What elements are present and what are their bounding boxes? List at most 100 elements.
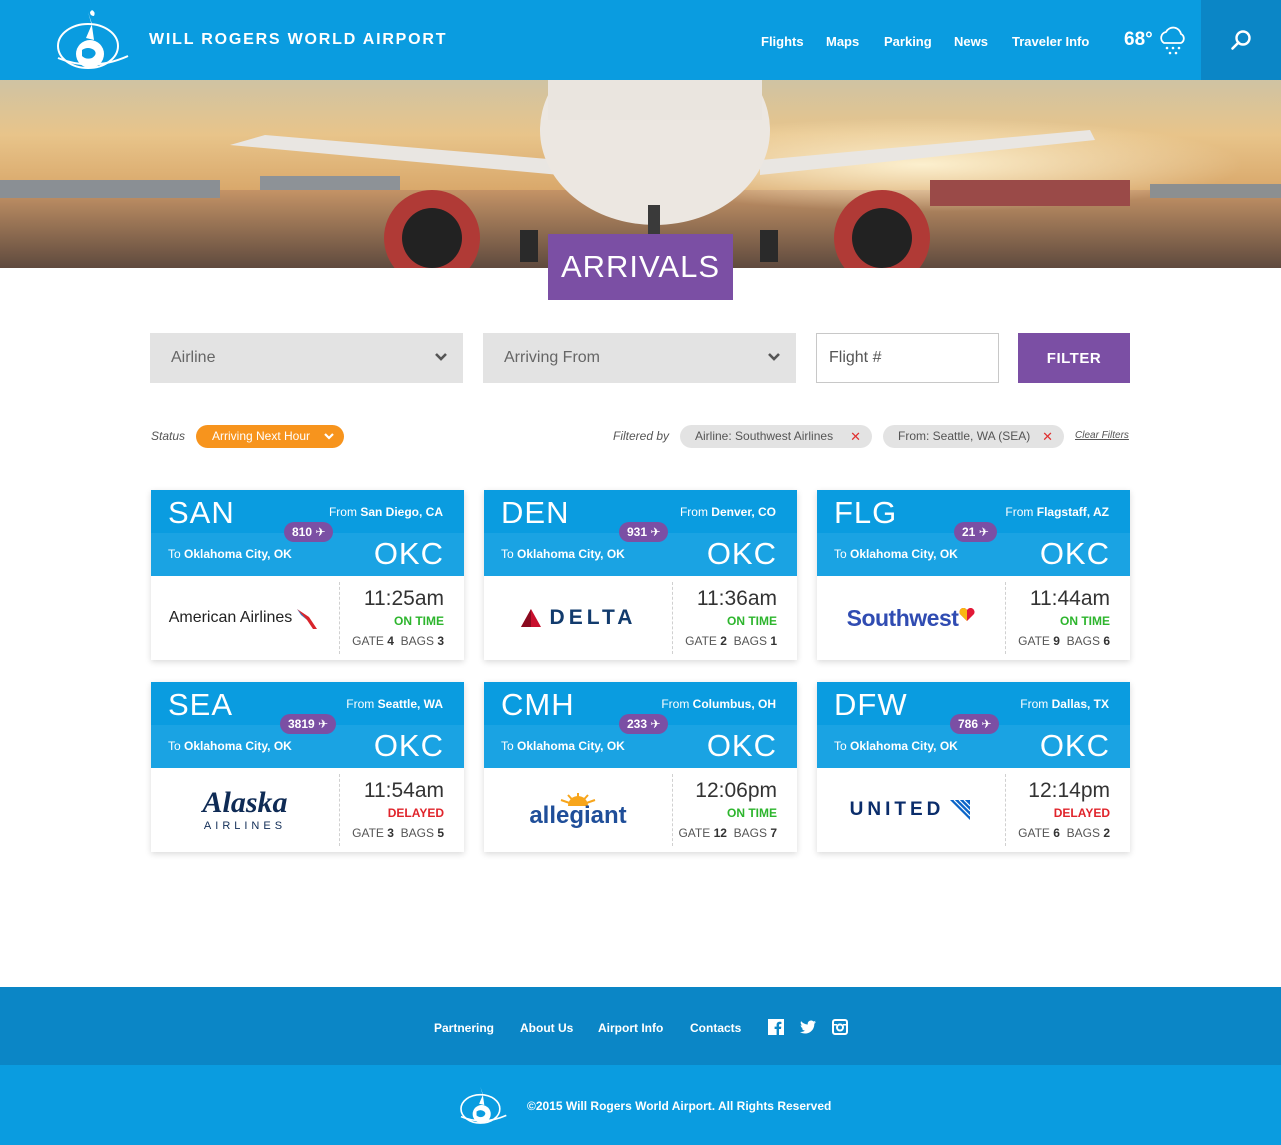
- footer-link-contacts[interactable]: Contacts: [690, 1021, 741, 1035]
- status-dropdown[interactable]: Arriving Next Hour: [196, 425, 344, 448]
- flight-card[interactable]: SEA From Seattle, WA 3819 ✈ To Oklahoma …: [151, 682, 464, 852]
- flight-card[interactable]: DFW From Dallas, TX 786 ✈ To Oklahoma Ci…: [817, 682, 1130, 852]
- destination-code: OKC: [1039, 728, 1110, 763]
- destination-code: OKC: [1039, 536, 1110, 571]
- southwest-logo: Southwest: [817, 576, 1005, 660]
- flight-card-header: FLG From Flagstaff, AZ 21 ✈ To Oklahoma …: [817, 490, 1130, 576]
- flight-number-input[interactable]: [816, 333, 999, 383]
- origin-city: From Columbus, OH: [661, 697, 776, 711]
- gate-bags-info: GATE 3 BAGS 5: [352, 826, 444, 840]
- arriving-from-select-label: Arriving From: [504, 349, 601, 366]
- destination-prefix: To: [168, 739, 181, 753]
- gate-bags-info: GATE 2 BAGS 1: [685, 634, 777, 648]
- divider: [1005, 582, 1006, 654]
- flight-card[interactable]: FLG From Flagstaff, AZ 21 ✈ To Oklahoma …: [817, 490, 1130, 660]
- flight-number: 786: [958, 717, 979, 731]
- nav-news[interactable]: News: [954, 34, 988, 49]
- airport-logo[interactable]: [457, 1083, 509, 1127]
- bags-label: BAGS: [1066, 634, 1100, 648]
- filter-chip-label: Airline: Southwest Airlines: [695, 429, 834, 443]
- origin-prefix: From: [1020, 697, 1049, 711]
- divider: [339, 582, 340, 654]
- airline-select[interactable]: Airline: [150, 333, 463, 383]
- allegiant-logo: allegiant: [484, 768, 672, 852]
- flight-number-badge: 931 ✈: [619, 522, 669, 542]
- cloud-snow-icon: [1160, 26, 1185, 55]
- origin-code: CMH: [501, 687, 575, 722]
- filter-chip-airline[interactable]: Airline: Southwest Airlines ✕: [680, 425, 872, 448]
- origin-city: From Dallas, TX: [1020, 697, 1109, 711]
- flight-card[interactable]: SAN From San Diego, CA 810 ✈ To Oklahoma…: [151, 490, 464, 660]
- plane-icon: ✈: [981, 717, 992, 731]
- flight-number-badge: 233 ✈: [619, 714, 669, 734]
- flight-card-body: American Airlines 11:25am ON TIME GATE 4…: [151, 576, 464, 660]
- footer-link-airport-info[interactable]: Airport Info: [598, 1021, 663, 1035]
- airport-logo[interactable]: [52, 6, 132, 74]
- arrival-time: 11:54am: [363, 779, 444, 802]
- filter-chip-from[interactable]: From: Seattle, WA (SEA) ✕: [883, 425, 1064, 448]
- search-button[interactable]: [1201, 0, 1281, 80]
- weather-temperature: 68°: [1124, 29, 1153, 50]
- twitter-icon[interactable]: [800, 1019, 816, 1035]
- origin-city-name: Flagstaff, AZ: [1036, 505, 1109, 519]
- nav-flights[interactable]: Flights: [761, 34, 804, 49]
- chevron-down-icon: [324, 433, 334, 440]
- destination-prefix: To: [834, 739, 847, 753]
- nav-maps[interactable]: Maps: [826, 34, 859, 49]
- flight-card[interactable]: DEN From Denver, CO 931 ✈ To Oklahoma Ci…: [484, 490, 797, 660]
- origin-city-name: Dallas, TX: [1051, 697, 1109, 711]
- destination-city: To Oklahoma City, OK: [168, 739, 292, 753]
- origin-code: SEA: [168, 687, 234, 722]
- footer-link-about-us[interactable]: About Us: [520, 1021, 573, 1035]
- footer-link-partnering[interactable]: Partnering: [434, 1021, 494, 1035]
- plane-icon: ✈: [650, 525, 661, 539]
- bags-label: BAGS: [733, 826, 767, 840]
- flight-card[interactable]: CMH From Columbus, OH 233 ✈ To Oklahoma …: [484, 682, 797, 852]
- gate-number: 9: [1053, 634, 1060, 648]
- flight-status: ON TIME: [1060, 614, 1110, 628]
- chevron-down-icon: [435, 353, 447, 361]
- destination-city: To Oklahoma City, OK: [834, 739, 958, 753]
- bags-carousel: 2: [1103, 826, 1110, 840]
- gate-bags-info: GATE 6 BAGS 2: [1018, 826, 1110, 840]
- destination-city-name: Oklahoma City, OK: [517, 739, 625, 753]
- destination-city-name: Oklahoma City, OK: [184, 547, 292, 561]
- flight-number-badge: 810 ✈: [284, 522, 334, 542]
- bags-carousel: 5: [437, 826, 444, 840]
- divider: [672, 582, 673, 654]
- destination-city: To Oklahoma City, OK: [501, 547, 625, 561]
- destination-code: OKC: [706, 728, 777, 763]
- chevron-down-icon: [768, 353, 780, 361]
- origin-code: SAN: [168, 495, 235, 530]
- bags-carousel: 3: [437, 634, 444, 648]
- footer-nav: Partnering About Us Airport Info Contact…: [0, 987, 1281, 1065]
- gate-number: 4: [387, 634, 394, 648]
- united-logo: UNITED: [817, 768, 1005, 852]
- airline-name: American Airlines: [168, 609, 293, 626]
- gate-number: 3: [387, 826, 394, 840]
- flight-number: 810: [292, 525, 313, 539]
- footer-bottom: ©2015 Will Rogers World Airport. All Rig…: [0, 1065, 1281, 1145]
- remove-filter-icon[interactable]: ✕: [1042, 425, 1053, 448]
- instagram-icon[interactable]: [832, 1019, 848, 1035]
- nav-parking[interactable]: Parking: [884, 34, 932, 49]
- filter-chip-label: From: Seattle, WA (SEA): [898, 429, 1031, 443]
- southwest-heart-icon: [959, 608, 975, 621]
- nav-traveler-info[interactable]: Traveler Info: [1012, 34, 1089, 49]
- airline-name: Alaska: [202, 786, 288, 819]
- origin-prefix: From: [346, 697, 375, 711]
- site-title[interactable]: WILL ROGERS WORLD AIRPORT: [149, 31, 447, 49]
- gate-number: 12: [713, 826, 727, 840]
- destination-city-name: Oklahoma City, OK: [850, 739, 958, 753]
- arriving-from-select[interactable]: Arriving From: [483, 333, 796, 383]
- divider: [1005, 774, 1006, 846]
- flight-card-header: DFW From Dallas, TX 786 ✈ To Oklahoma Ci…: [817, 682, 1130, 768]
- remove-filter-icon[interactable]: ✕: [850, 425, 861, 448]
- facebook-icon[interactable]: [768, 1019, 784, 1035]
- origin-city: From Seattle, WA: [346, 697, 443, 711]
- filter-button[interactable]: FILTER: [1018, 333, 1130, 383]
- flight-card-header: SAN From San Diego, CA 810 ✈ To Oklahoma…: [151, 490, 464, 576]
- airline-select-label: Airline: [171, 349, 216, 366]
- clear-filters-link[interactable]: Clear Filters: [1075, 430, 1129, 441]
- arrival-time: 12:06pm: [695, 779, 777, 802]
